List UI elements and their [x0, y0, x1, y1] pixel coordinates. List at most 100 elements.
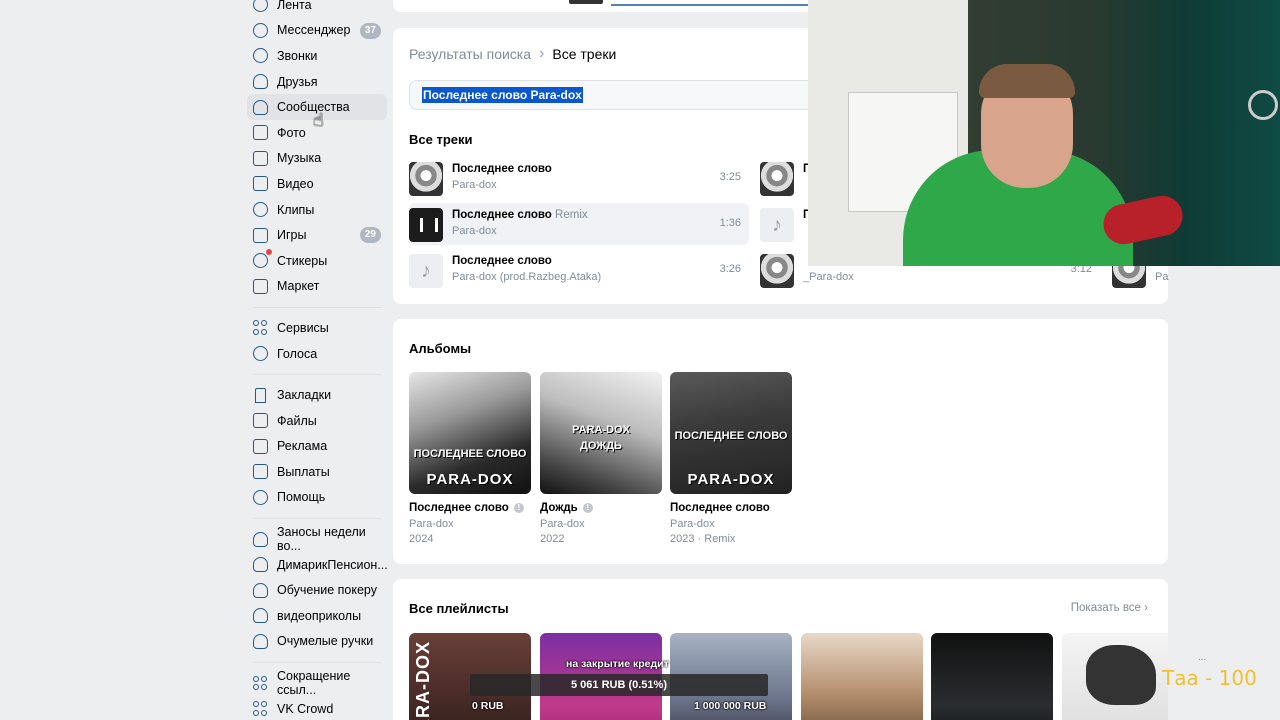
- sidebar-item-label: Закладки: [277, 388, 332, 403]
- explicit-icon: !: [582, 503, 593, 513]
- sidebar-item-stickers[interactable]: Стикеры: [247, 248, 387, 274]
- track-subtitle: Remix: [555, 209, 588, 221]
- sidebar-item-market[interactable]: Маркет: [247, 274, 387, 300]
- community-icon: [253, 582, 268, 598]
- track-row[interactable]: ♪ Последнее слово Para-dox (prod.Razbeg.…: [409, 249, 749, 291]
- sidebar-item-label: ДимарикПенсион...: [277, 557, 388, 572]
- community-icon: [253, 531, 268, 547]
- sidebar-item-label: Звонки: [277, 48, 318, 63]
- video-icon: [253, 176, 268, 192]
- sidebar-app-link[interactable]: Сокращение ссыл...: [247, 669, 387, 698]
- track-cover: [409, 208, 443, 242]
- explicit-icon: !: [513, 503, 524, 513]
- streamer-hair: [979, 64, 1075, 98]
- track-artist[interactable]: _Para-dox: [803, 271, 854, 283]
- sidebar-group-link[interactable]: видеоприколы: [247, 603, 387, 629]
- section-title-tracks: Все треки: [409, 132, 473, 147]
- track-artist[interactable]: Para-dox: [452, 225, 497, 237]
- track-cover: [760, 254, 794, 288]
- shopping-bag-icon: [253, 278, 268, 294]
- track-cover: [760, 162, 794, 196]
- sidebar-item-label: Обучение покеру: [277, 583, 377, 598]
- services-grid-icon: [253, 320, 268, 335]
- album-tile[interactable]: PARA-DOX ДОЖДЬ Дождь! Para-dox 2022: [540, 372, 662, 547]
- sidebar-item-label: Друзья: [277, 74, 318, 89]
- donation-goal-label: на закрытие кредит: [566, 658, 669, 670]
- sidebar-item-payouts[interactable]: Выплаты: [247, 459, 387, 485]
- album-title[interactable]: Последнее слово!: [409, 502, 531, 514]
- sidebar-group-link[interactable]: Обучение покеру: [247, 577, 387, 603]
- sidebar-item-label: VK Crowd: [277, 701, 334, 716]
- album-artist[interactable]: Para-dox: [540, 517, 662, 532]
- sidebar-divider: [253, 374, 381, 376]
- votes-coin-icon: [253, 346, 268, 362]
- overlay-dots: ...: [1198, 652, 1207, 663]
- community-icon: [253, 608, 268, 624]
- album-cover[interactable]: ПОСЛЕДНЕЕ СЛОВО PARA-DOX: [409, 372, 531, 494]
- album-artist[interactable]: Para-dox: [670, 517, 792, 532]
- sidebar-item-files[interactable]: Файлы: [247, 408, 387, 434]
- sidebar-item-calls[interactable]: Звонки: [247, 43, 387, 69]
- search-input[interactable]: Последнее слово Para-dox: [409, 80, 829, 110]
- track-title: Последнее слово Remix: [452, 209, 588, 221]
- sidebar-item-label: Стикеры: [277, 253, 328, 268]
- track-artist[interactable]: Para-dox: [452, 179, 497, 191]
- gamepad-icon: [253, 227, 268, 243]
- sidebar-item-label: Заносы недели во...: [277, 525, 366, 554]
- sidebar-item-video[interactable]: Видео: [247, 171, 387, 197]
- section-title-albums: Альбомы: [409, 341, 472, 356]
- sidebar-item-clips[interactable]: Клипы: [247, 197, 387, 223]
- sidebar-group-link[interactable]: Очумелые ручки: [247, 629, 387, 655]
- track-artist[interactable]: Pa: [1155, 271, 1168, 283]
- sidebar-item-label: Очумелые ручки: [277, 634, 374, 649]
- sidebar-item-messenger[interactable]: Мессенджер 37: [247, 18, 387, 44]
- playlist-cover[interactable]: [931, 633, 1053, 720]
- album-tile[interactable]: ПОСЛЕДНЕЕ СЛОВО PARA-DOX Последнее слово…: [409, 372, 531, 547]
- sidebar-item-games[interactable]: Игры 29: [247, 222, 387, 248]
- donation-goal-widget: на закрытие кредит 5 061 RUB (0.51%) 0 R…: [470, 655, 768, 720]
- sidebar-item-help[interactable]: Помощь: [247, 485, 387, 511]
- sidebar-item-feed[interactable]: Лента: [247, 0, 387, 18]
- file-icon: [253, 413, 268, 429]
- sidebar-group-link[interactable]: ДимарикПенсион...: [247, 552, 388, 578]
- track-row[interactable]: Последнее слово Para-dox 3:25: [409, 157, 749, 199]
- track-duration: 3:25: [719, 171, 741, 183]
- album-title[interactable]: Дождь!: [540, 502, 662, 514]
- album-year: 2024: [409, 533, 434, 545]
- sidebar-item-label: Маркет: [277, 279, 320, 294]
- community-icon: [253, 633, 268, 649]
- breadcrumb-root-link[interactable]: Результаты поиска: [409, 46, 531, 62]
- playlist-cover[interactable]: [1062, 633, 1168, 720]
- track-artist[interactable]: Para-dox (prod.Razbeg.Ataka): [452, 271, 601, 283]
- playlist-cover[interactable]: [801, 633, 923, 720]
- album-tile[interactable]: ПОСЛЕДНЕЕ СЛОВО PARA-DOX Последнее слово…: [670, 372, 792, 547]
- sidebar-item-services[interactable]: Сервисы: [247, 315, 387, 341]
- sidebar-item-label: Выплаты: [277, 464, 330, 479]
- webcam-overlay: [808, 0, 1280, 266]
- sidebar-item-friends[interactable]: Друзья: [247, 69, 387, 95]
- notification-dot: [266, 249, 272, 256]
- sidebar-item-label: Сокращение ссыл...: [277, 669, 351, 698]
- album-title[interactable]: Последнее слово: [670, 502, 792, 514]
- sidebar-item-bookmarks[interactable]: Закладки: [247, 382, 387, 408]
- album-cover[interactable]: PARA-DOX ДОЖДЬ: [540, 372, 662, 494]
- breadcrumb-current: Все треки: [552, 46, 617, 62]
- sidebar-item-votes[interactable]: Голоса: [247, 341, 387, 367]
- show-all-link[interactable]: Показать все ›: [1071, 602, 1148, 614]
- breadcrumb: Результаты поиска › Все треки: [409, 45, 616, 63]
- games-count-badge: 29: [359, 227, 381, 244]
- sidebar-item-music[interactable]: Музыка: [247, 146, 387, 172]
- album-cover[interactable]: ПОСЛЕДНЕЕ СЛОВО PARA-DOX: [670, 372, 792, 494]
- bookmark-icon: [255, 387, 266, 403]
- sidebar-item-label: Видео: [277, 176, 314, 191]
- sidebar-item-label: Лента: [277, 0, 312, 12]
- help-icon: [253, 489, 268, 505]
- left-sidebar: Лента Мессенджер 37 Звонки Друзья Сообще…: [247, 0, 388, 720]
- sidebar-item-ads[interactable]: Реклама: [247, 434, 387, 460]
- album-artist[interactable]: Para-dox: [409, 517, 531, 532]
- sidebar-group-link[interactable]: Заносы недели во...: [247, 525, 387, 554]
- player-progress-bar[interactable]: [611, 4, 811, 6]
- sidebar-app-link[interactable]: VK Crowd: [247, 696, 387, 720]
- megaphone-icon: [253, 438, 268, 454]
- track-row[interactable]: Последнее слово Remix Para-dox 1:36: [409, 203, 749, 245]
